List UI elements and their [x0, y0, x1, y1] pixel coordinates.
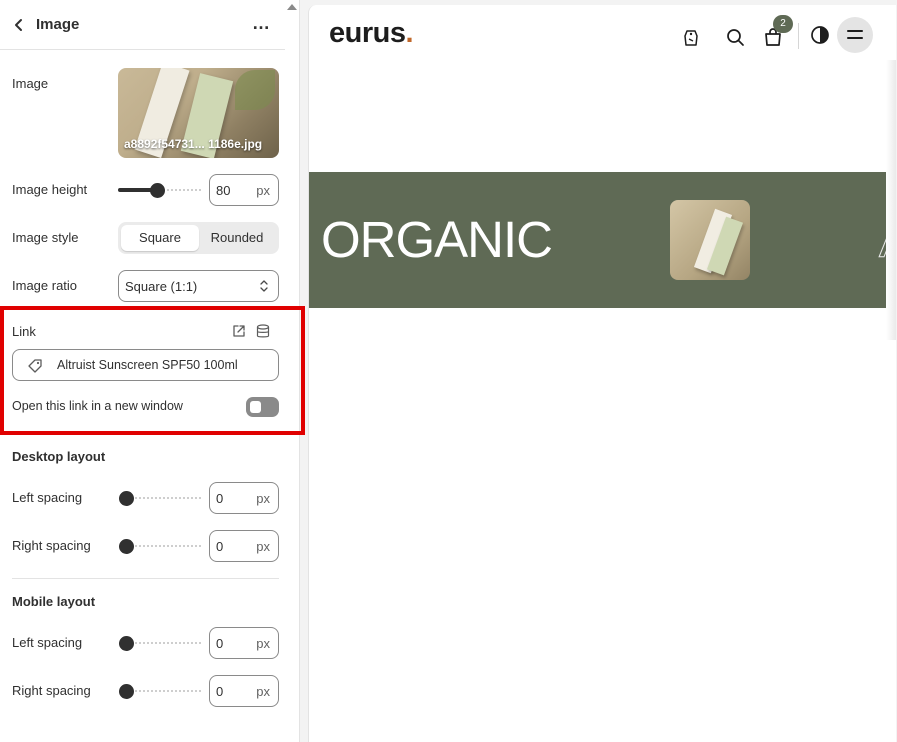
link-value: Altruist Sunscreen SPF50 100ml: [57, 358, 238, 372]
link-label: Link: [12, 324, 36, 339]
desktop-right-spacing-slider[interactable]: [118, 539, 202, 554]
preview-edge-shadow: [886, 60, 896, 340]
slider-knob[interactable]: [119, 539, 134, 554]
image-height-value: 80: [216, 183, 231, 198]
panel-header: Image …: [0, 0, 285, 50]
slider-knob[interactable]: [119, 684, 134, 699]
image-text-marquee: ORGANIC A: [309, 172, 896, 308]
unit-label: px: [256, 636, 270, 651]
image-style-segmented-control: Square Rounded: [118, 222, 279, 254]
desktop-right-spacing-label: Right spacing: [12, 538, 91, 553]
mobile-right-spacing-slider[interactable]: [118, 684, 202, 699]
product-tag-icon: [28, 359, 42, 373]
back-arrow-icon[interactable]: [12, 17, 26, 33]
link-input[interactable]: Altruist Sunscreen SPF50 100ml: [12, 349, 279, 381]
image-height-slider[interactable]: [118, 183, 202, 198]
panel-title: Image: [36, 16, 80, 33]
mobile-left-spacing-input[interactable]: 0 px: [209, 627, 279, 659]
dynamic-source-icon[interactable]: [256, 324, 270, 339]
image-filename: a8892f54731... 1186e.jpg: [124, 137, 263, 151]
marquee-text: ORGANIC: [321, 211, 553, 268]
slider-knob[interactable]: [150, 183, 165, 198]
logo-dot: .: [405, 17, 414, 49]
store-logo[interactable]: eurus.: [329, 17, 414, 50]
more-options-icon[interactable]: …: [252, 14, 271, 32]
mobile-left-spacing-value: 0: [216, 636, 224, 651]
tag-icon[interactable]: [681, 27, 701, 47]
mobile-left-spacing-label: Left spacing: [12, 635, 83, 650]
unit-label: px: [256, 491, 270, 506]
scroll-up-arrow-icon[interactable]: [287, 4, 297, 10]
desktop-layout-heading: Desktop layout: [12, 449, 106, 464]
cart-count-badge: 2: [773, 15, 793, 33]
mobile-layout-heading: Mobile layout: [12, 594, 96, 609]
image-height-unit: px: [256, 183, 270, 198]
image-picker-thumbnail[interactable]: a8892f54731... 1186e.jpg: [118, 68, 279, 158]
image-height-input[interactable]: 80 px: [209, 174, 279, 206]
search-icon[interactable]: [725, 27, 745, 47]
select-chevron-icon: [260, 280, 268, 292]
desktop-left-spacing-slider[interactable]: [118, 491, 202, 506]
unit-label: px: [256, 684, 270, 699]
theme-toggle-icon[interactable]: [810, 25, 830, 45]
storefront-preview: eurus. 2 ORGANIC A: [308, 5, 896, 742]
desktop-right-spacing-value: 0: [216, 539, 224, 554]
menu-icon[interactable]: [837, 17, 873, 53]
external-link-icon[interactable]: [232, 324, 246, 338]
logo-text: eurus: [329, 17, 406, 49]
toggle-knob: [250, 401, 261, 413]
new-window-label: Open this link in a new window: [12, 399, 183, 413]
image-ratio-label: Image ratio: [12, 278, 78, 293]
image-style-label: Image style: [12, 230, 79, 245]
slider-knob[interactable]: [119, 491, 134, 506]
settings-panel: Image … Image a8892f54731... 1186e.jpg I…: [0, 0, 305, 742]
desktop-left-spacing-label: Left spacing: [12, 490, 83, 505]
header-separator: [798, 23, 799, 49]
desktop-left-spacing-input[interactable]: 0 px: [209, 482, 279, 514]
mobile-right-spacing-value: 0: [216, 684, 224, 699]
section-divider: [12, 578, 279, 579]
image-label: Image: [12, 76, 49, 91]
image-height-label: Image height: [12, 182, 88, 197]
slider-knob[interactable]: [119, 636, 134, 651]
mobile-right-spacing-label: Right spacing: [12, 683, 91, 698]
image-style-rounded-option[interactable]: Rounded: [198, 225, 276, 251]
image-ratio-value: Square (1:1): [125, 279, 198, 294]
desktop-left-spacing-value: 0: [216, 491, 224, 506]
marquee-image[interactable]: [670, 200, 750, 280]
unit-label: px: [256, 539, 270, 554]
mobile-right-spacing-input[interactable]: 0 px: [209, 675, 279, 707]
mobile-left-spacing-slider[interactable]: [118, 636, 202, 651]
image-ratio-select[interactable]: Square (1:1): [118, 270, 279, 302]
desktop-right-spacing-input[interactable]: 0 px: [209, 530, 279, 562]
leaf-shape: [235, 70, 275, 110]
image-style-square-option[interactable]: Square: [121, 225, 199, 251]
new-window-toggle[interactable]: [246, 397, 279, 417]
